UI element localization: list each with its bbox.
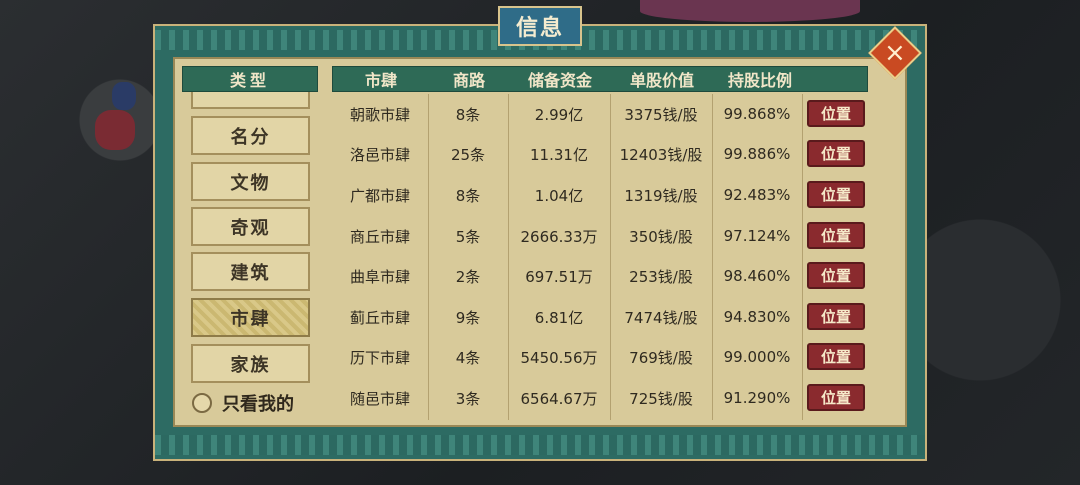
holding-ratio: 94.830% (723, 308, 791, 326)
column-header: 商路 (452, 71, 485, 90)
market-name: 随邑市肆 (349, 389, 410, 408)
holding-ratio: 98.460% (723, 267, 791, 285)
location-button[interactable]: 位置 (807, 384, 865, 411)
holding-ratio: 99.868% (723, 105, 791, 123)
share-value: 1319钱/股 (624, 186, 698, 205)
map-region (112, 82, 136, 110)
table-row: 曲阜市肆 2条 697.51万 253钱/股 98.460% 位置 (332, 256, 868, 296)
only-mine-label: 只看我的 (222, 394, 294, 415)
location-button[interactable]: 位置 (807, 303, 865, 330)
reserve-funds: 6.81亿 (534, 308, 584, 327)
holding-ratio: 91.290% (723, 389, 791, 407)
market-name: 曲阜市肆 (349, 267, 410, 286)
category-list[interactable]: 名分 文物 奇观 建筑 市肆 家族 (176, 92, 324, 384)
trade-routes: 8条 (455, 186, 481, 205)
holding-ratio: 92.483% (723, 186, 791, 204)
holding-ratio: 99.000% (723, 348, 791, 366)
share-value: 769钱/股 (629, 348, 693, 367)
trade-routes: 25条 (450, 145, 486, 164)
market-name: 朝歌市肆 (349, 105, 410, 124)
category-item-active[interactable]: 市肆 (191, 298, 310, 337)
reserve-funds: 6564.67万 (520, 389, 598, 408)
category-label: 家族 (230, 354, 271, 376)
map-region (95, 110, 135, 150)
window-title: 信息 (498, 6, 582, 46)
only-mine-toggle[interactable]: 只看我的 (180, 387, 320, 419)
reserve-funds: 1.04亿 (534, 186, 584, 205)
table-row: 蓟丘市肆 9条 6.81亿 7474钱/股 94.830% 位置 (332, 297, 868, 337)
share-value: 3375钱/股 (624, 105, 698, 124)
holding-ratio: 97.124% (723, 227, 791, 245)
trade-routes: 8条 (455, 105, 481, 124)
reserve-funds: 11.31亿 (530, 145, 588, 164)
reserve-funds: 697.51万 (525, 267, 593, 286)
category-item[interactable]: 文物 (191, 162, 310, 201)
sidebar-header: 类型 (182, 66, 318, 92)
table-row: 商丘市肆 5条 2666.33万 350钱/股 97.124% 位置 (332, 216, 868, 256)
share-value: 253钱/股 (629, 267, 693, 286)
reserve-funds: 2666.33万 (520, 227, 598, 246)
category-label: 市肆 (230, 308, 271, 330)
column-header: 单股价值 (629, 71, 694, 90)
share-value: 12403钱/股 (619, 145, 703, 164)
category-label: 文物 (230, 172, 271, 194)
location-button[interactable]: 位置 (807, 262, 865, 289)
location-button[interactable]: 位置 (807, 222, 865, 249)
share-value: 725钱/股 (629, 389, 693, 408)
table-row: 广都市肆 8条 1.04亿 1319钱/股 92.483% 位置 (332, 175, 868, 215)
column-header: 储备资金 (527, 71, 592, 90)
reserve-funds: 5450.56万 (520, 348, 598, 367)
location-button[interactable]: 位置 (807, 140, 865, 167)
category-item[interactable]: 名分 (191, 116, 310, 155)
table-row: 朝歌市肆 8条 2.99亿 3375钱/股 99.868% 位置 (332, 94, 868, 134)
trade-routes: 4条 (455, 348, 481, 367)
table-header: 市肆 商路 储备资金 单股价值 持股比例 (332, 66, 868, 92)
category-item[interactable]: 奇观 (191, 207, 310, 246)
trade-routes: 2条 (455, 267, 481, 286)
market-table: 朝歌市肆 8条 2.99亿 3375钱/股 99.868% 位置 洛邑市肆 25… (332, 94, 868, 420)
table-row: 历下市肆 4条 5450.56万 769钱/股 99.000% 位置 (332, 337, 868, 377)
holding-ratio: 99.886% (723, 145, 791, 163)
share-value: 350钱/股 (629, 227, 693, 246)
close-icon: × (884, 37, 906, 68)
category-item[interactable]: 建筑 (191, 252, 310, 291)
column-header: 市肆 (364, 71, 397, 90)
trade-routes: 3条 (455, 389, 481, 408)
reserve-funds: 2.99亿 (534, 105, 584, 124)
table-row: 洛邑市肆 25条 11.31亿 12403钱/股 99.886% 位置 (332, 134, 868, 174)
trade-routes: 9条 (455, 308, 481, 327)
market-name: 洛邑市肆 (349, 145, 410, 164)
category-item-hidden[interactable] (191, 92, 310, 109)
category-item[interactable]: 家族 (191, 344, 310, 383)
location-button[interactable]: 位置 (807, 343, 865, 370)
share-value: 7474钱/股 (624, 308, 698, 327)
location-button[interactable]: 位置 (807, 100, 865, 127)
trade-routes: 5条 (455, 227, 481, 246)
panel-border-pattern (155, 435, 925, 455)
category-label: 奇观 (230, 217, 271, 239)
map-region (640, 0, 860, 22)
location-button[interactable]: 位置 (807, 181, 865, 208)
category-label: 名分 (230, 126, 271, 148)
category-label: 建筑 (230, 262, 271, 284)
table-row: 随邑市肆 3条 6564.67万 725钱/股 91.290% 位置 (332, 378, 868, 418)
market-name: 历下市肆 (349, 348, 410, 367)
radio-icon[interactable] (192, 393, 212, 413)
column-header: 持股比例 (727, 71, 792, 90)
market-name: 广都市肆 (349, 186, 410, 205)
market-name: 蓟丘市肆 (349, 308, 410, 327)
market-name: 商丘市肆 (349, 227, 410, 246)
